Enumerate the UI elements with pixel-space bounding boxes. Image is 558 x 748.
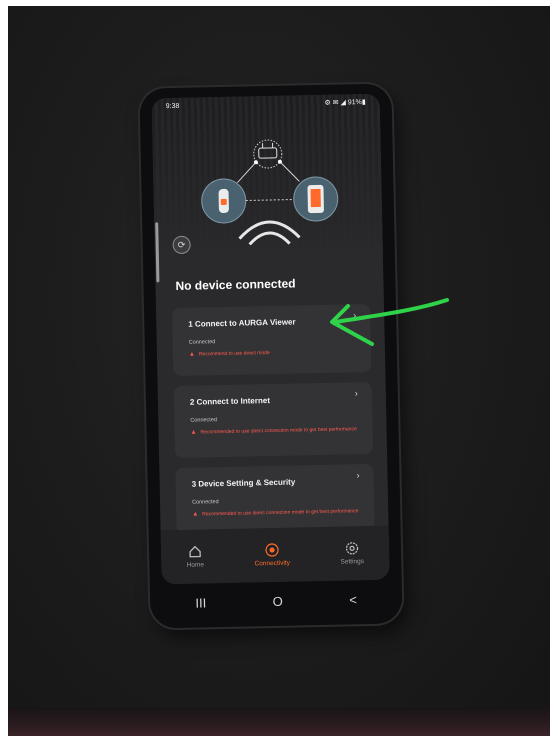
card-title: 3 Device Setting & Security	[191, 477, 296, 489]
card-status: Connected	[190, 417, 218, 424]
router-icon	[258, 147, 278, 159]
connection-diagram	[201, 139, 339, 246]
tab-home[interactable]: Home	[186, 544, 205, 569]
phone-device: 9:38 ⚙ ✉ ◢ 91%▮ ⟳ No device connected 1 …	[139, 83, 403, 629]
system-navigation-bar: III O <	[162, 582, 391, 621]
share-icon: ⟳	[177, 239, 186, 250]
tab-label: Connectivity	[254, 559, 291, 568]
tab-settings[interactable]: Settings	[340, 541, 365, 566]
settings-icon	[345, 542, 359, 555]
card-title: 1 Connect to AURGA Viewer	[188, 317, 296, 329]
home-icon	[189, 545, 201, 558]
warning-icon: ▲	[188, 351, 195, 358]
warning-icon: ▲	[190, 429, 197, 436]
card-device-setting-security[interactable]: 3 Device Setting & Security › Connected …	[175, 463, 375, 535]
connectivity-icon	[265, 543, 279, 557]
page-title: No device connected	[175, 276, 296, 293]
warning-icon: ▲	[192, 511, 199, 518]
recents-button[interactable]: III	[195, 595, 206, 610]
back-button[interactable]: <	[349, 592, 357, 607]
tab-label: Home	[186, 561, 205, 569]
bottom-tab-bar: Home Connectivity Settings	[160, 525, 390, 585]
chevron-right-icon: ›	[356, 470, 360, 481]
tab-connectivity[interactable]: Connectivity	[254, 543, 291, 568]
card-connect-internet[interactable]: 2 Connect to Internet › Connected ▲ Reco…	[173, 381, 374, 459]
card-status: Connected	[191, 499, 219, 506]
card-warning-text: Recommended to use direct connection mod…	[200, 426, 357, 436]
chevron-right-icon: ›	[353, 310, 357, 321]
card-title: 2 Connect to Internet	[189, 396, 271, 407]
tab-label: Settings	[340, 558, 365, 566]
card-warning-text: Recommend to use direct mode	[198, 350, 270, 358]
home-button[interactable]: O	[273, 593, 283, 608]
card-warning: ▲ Recommended to use direct connection m…	[192, 508, 362, 519]
card-warning: ▲ Recommend to use direct mode	[189, 348, 359, 359]
status-time: 9:38	[165, 102, 180, 110]
phone-screen: 9:38 ⚙ ✉ ◢ 91%▮ ⟳ No device connected 1 …	[151, 93, 390, 585]
card-connect-viewer[interactable]: 1 Connect to AURGA Viewer › Connected ▲ …	[171, 303, 372, 377]
chevron-right-icon: ›	[354, 388, 358, 399]
card-warning-text: Recommended to use direct connection mod…	[202, 508, 359, 518]
table-edge	[8, 708, 550, 736]
card-warning: ▲ Recommended to use direct connection m…	[191, 426, 361, 437]
status-indicators: ⚙ ✉ ◢ 91%▮	[324, 98, 366, 107]
card-status: Connected	[188, 339, 216, 346]
